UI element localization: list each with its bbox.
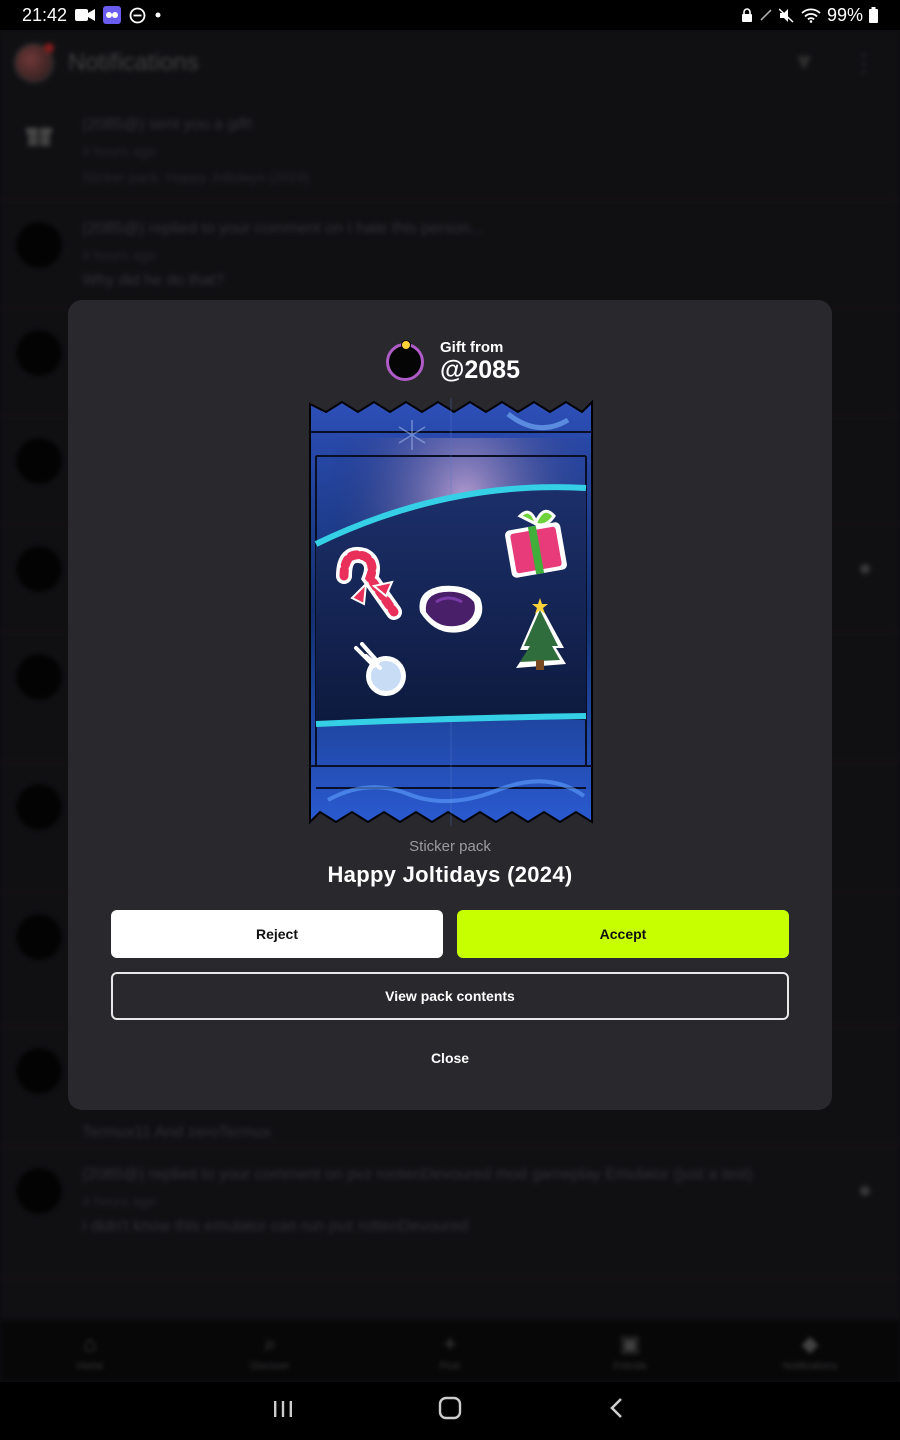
status-bar: 21:42 99% (0, 0, 900, 30)
recents-icon[interactable] (253, 1396, 313, 1427)
dot-icon (154, 11, 162, 19)
app-icon (103, 6, 122, 24)
sender-avatar (386, 340, 424, 381)
back-icon[interactable] (587, 1396, 647, 1427)
gift-header: Gift from @2085 (386, 340, 520, 384)
gift-from-label: Gift from (440, 339, 504, 356)
view-pack-contents-button[interactable]: View pack contents (111, 972, 789, 1020)
pack-name: Happy Joltidays (2024) (327, 862, 573, 887)
sticker-pack-image (309, 398, 593, 826)
battery-percent: 99% (826, 4, 863, 25)
close-button[interactable]: Close (368, 1040, 532, 1076)
system-nav-bar (0, 1382, 900, 1440)
home-circle-icon[interactable] (420, 1395, 480, 1428)
pack-type-label: Sticker pack (409, 838, 491, 855)
lock-icon (741, 7, 753, 23)
battery-icon (869, 7, 878, 23)
gift-from-user[interactable]: @2085 (440, 356, 520, 384)
do-not-disturb-icon (129, 7, 146, 24)
accept-button[interactable]: Accept (457, 910, 789, 958)
wifi-icon (801, 8, 821, 23)
reject-button[interactable]: Reject (111, 910, 443, 958)
gift-modal: Gift from @2085 Sticker pack Happy Jolti… (68, 300, 832, 1110)
video-record-icon (75, 8, 96, 22)
pen-icon (759, 8, 773, 22)
mute-icon (778, 7, 795, 23)
status-time: 21:42 (22, 4, 68, 25)
